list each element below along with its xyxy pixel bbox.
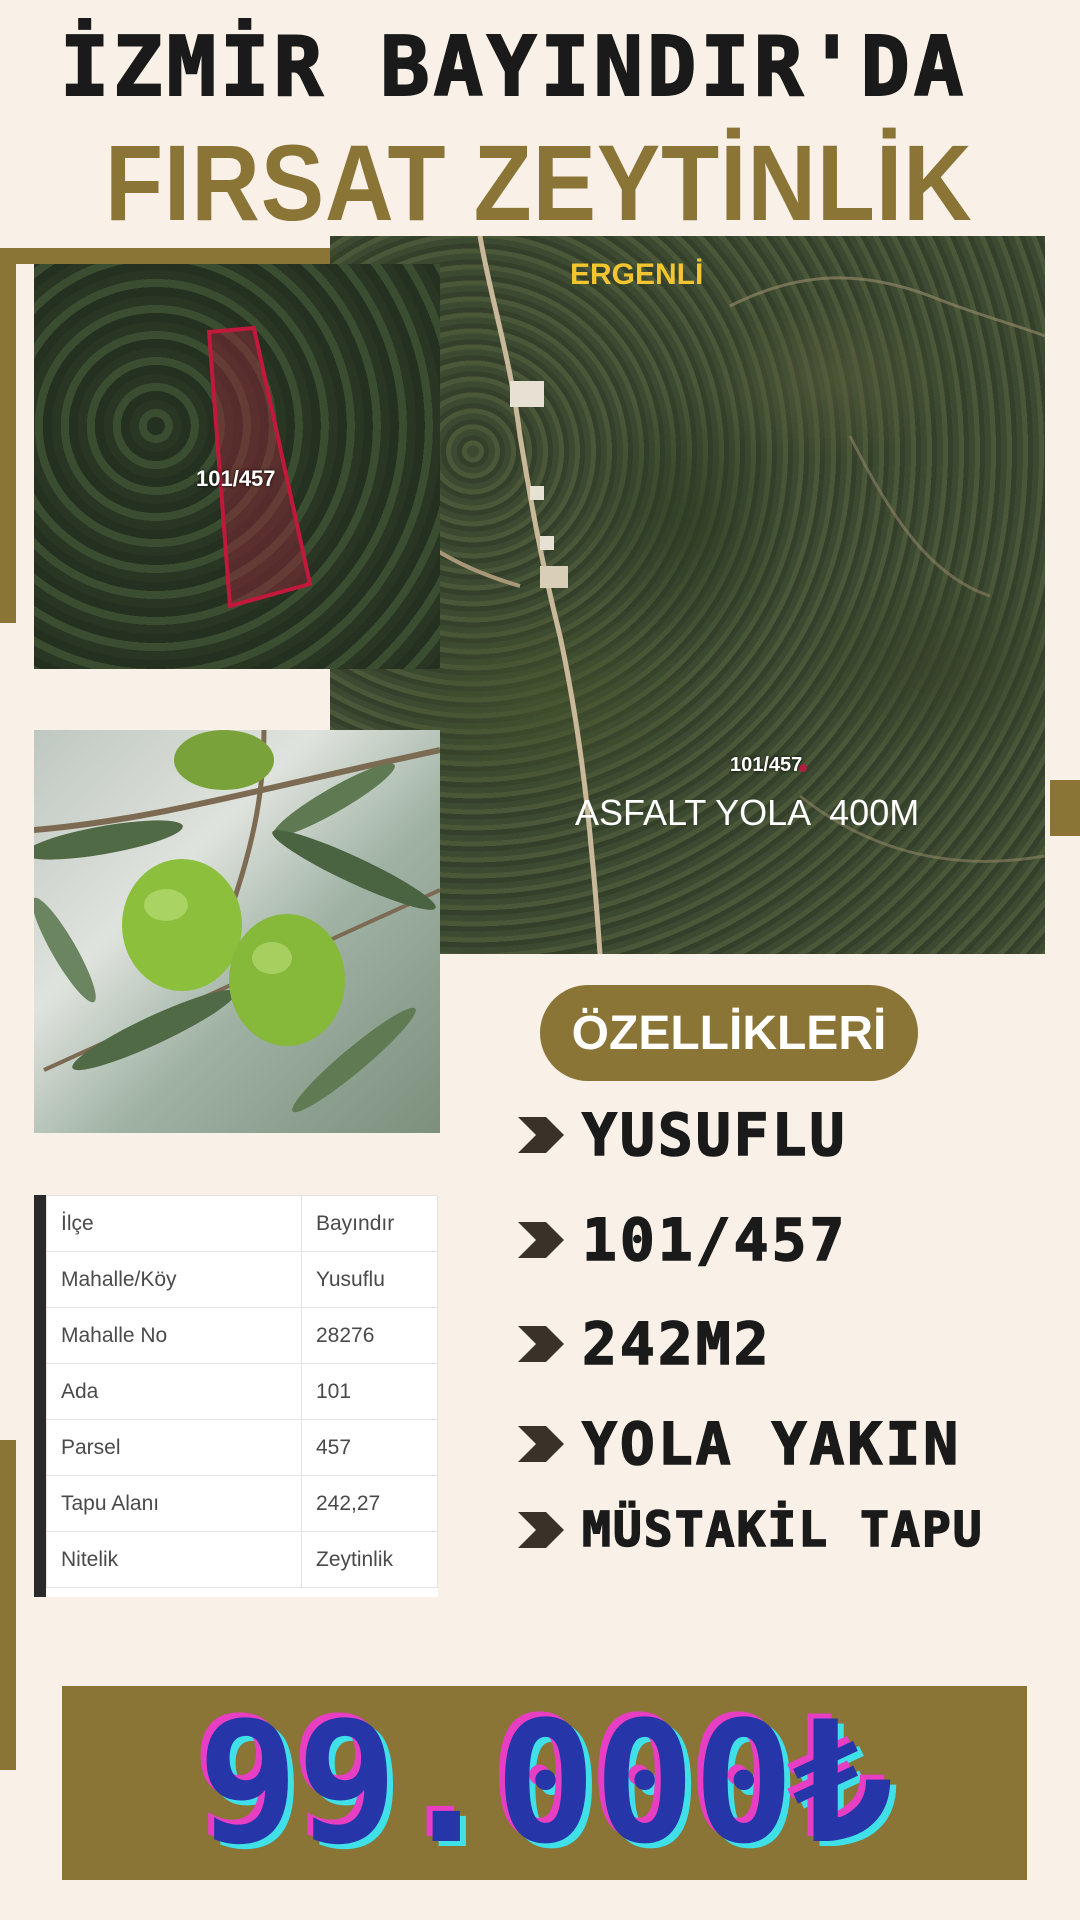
price-text: 99.000₺ (197, 1685, 893, 1881)
table-key: Nitelik (46, 1531, 302, 1588)
table-key: İlçe (46, 1195, 302, 1252)
parcel-zoom-map: 101/457 (34, 264, 440, 669)
zoom-parcel-label: 101/457 (196, 466, 276, 491)
feature-text: YUSUFLU (581, 1100, 848, 1170)
road-distance-label: ASFALT YOLA 400M (575, 792, 920, 833)
table-row: Mahalle No 28276 (46, 1307, 438, 1364)
table-row: Parsel 457 (46, 1419, 438, 1476)
table-row: Nitelik Zeytinlik (46, 1531, 438, 1588)
feature-text: 242M2 (581, 1309, 772, 1379)
table-key: Tapu Alanı (46, 1475, 302, 1532)
chevron-right-icon (518, 1326, 564, 1362)
olive-photo (34, 730, 440, 1133)
chevron-right-icon (518, 1222, 564, 1258)
table-value: Zeytinlik (301, 1531, 438, 1588)
chevron-right-icon (518, 1512, 564, 1548)
headline-location: İZMİR BAYINDIR'DA (59, 19, 968, 116)
feature-item: 242M2 (512, 1304, 772, 1384)
table-value: 28276 (301, 1307, 438, 1364)
decor-bar-left-bottom (0, 1440, 16, 1770)
table-row: Ada 101 (46, 1363, 438, 1420)
chevron-right-icon (518, 1117, 564, 1153)
feature-item: MÜSTAKİL TAPU (512, 1490, 984, 1570)
table-row: İlçe Bayındır (46, 1195, 438, 1252)
chevron-right-icon (518, 1426, 564, 1462)
feature-text: YOLA YAKIN (581, 1409, 962, 1479)
decor-bar-left (0, 248, 16, 623)
feature-item: 101/457 (512, 1200, 847, 1280)
parcel-info-table: İlçe Bayındır Mahalle/Köy Yusuflu Mahalle … (34, 1195, 438, 1597)
table-key: Parsel (46, 1419, 302, 1476)
table-row: Tapu Alanı 242,27 (46, 1475, 438, 1532)
table-value: 242,27 (301, 1475, 438, 1532)
table-key: Mahalle/Köy (46, 1251, 302, 1308)
decor-bar-top (0, 248, 340, 264)
table-key: Mahalle No (46, 1307, 302, 1364)
decor-bar-right (1050, 780, 1080, 836)
table-row: Mahalle/Köy Yusuflu (46, 1251, 438, 1308)
table-value: Yusuflu (301, 1251, 438, 1308)
feature-item: YUSUFLU (512, 1095, 847, 1175)
headline-offer: FIRSAT ZEYTİNLİK (105, 122, 973, 243)
table-value: 101 (301, 1363, 438, 1420)
feature-text: MÜSTAKİL TAPU (581, 1501, 984, 1559)
table-key: Ada (46, 1363, 302, 1420)
parcel-label: 101/457 (730, 754, 803, 776)
price-banner: 99.000₺ (62, 1685, 1027, 1881)
village-label: ERGENLİ (570, 258, 704, 291)
table-value: 457 (301, 1419, 438, 1476)
feature-item: YOLA YAKIN (512, 1404, 961, 1484)
feature-text: 101/457 (581, 1205, 848, 1275)
table-value: Bayındır (301, 1195, 438, 1252)
features-title: ÖZELLİKLERİ (540, 985, 918, 1081)
